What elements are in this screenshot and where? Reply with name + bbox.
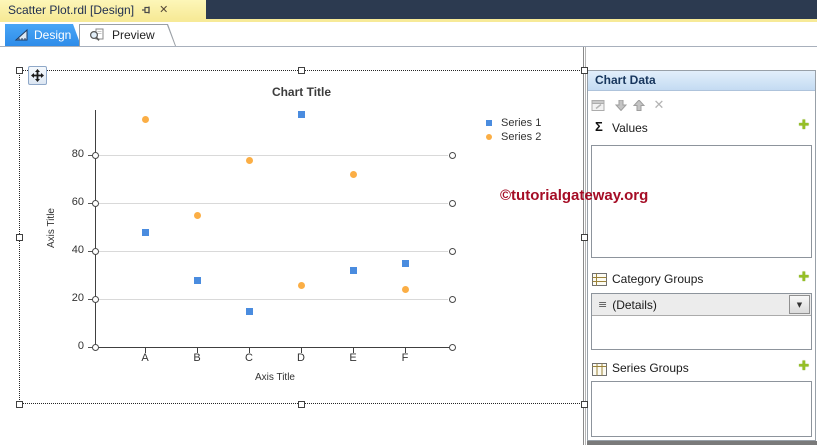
details-item-label: (Details): [612, 297, 657, 312]
document-tab[interactable]: Scatter Plot.rdl [Design] ✕: [0, 0, 206, 19]
category-groups-section-label: Category Groups: [612, 272, 704, 286]
close-icon[interactable]: ✕: [159, 3, 168, 16]
y-axis-title[interactable]: Axis Title: [46, 158, 60, 298]
category-group-details-item[interactable]: ≡ (Details) ▼: [592, 294, 811, 316]
tab-design[interactable]: Design: [5, 24, 81, 46]
series-groups-list[interactable]: [591, 381, 812, 437]
design-icon: [14, 28, 29, 47]
series-groups-icon: [592, 363, 607, 376]
chart-title[interactable]: Chart Title: [19, 85, 584, 99]
sigma-icon: Σ: [595, 119, 603, 134]
tab-preview-label: Preview: [112, 28, 155, 42]
legend-item: Series 1: [486, 116, 541, 129]
legend-item: Series 2: [486, 130, 541, 143]
grip-icon: ≡: [598, 298, 608, 311]
add-category-group-button[interactable]: ✚: [796, 270, 812, 285]
panel-left-divider: [583, 47, 584, 445]
panel-bottom-edge: [587, 441, 817, 445]
preview-icon: [89, 28, 104, 47]
legend-marker: [486, 133, 492, 140]
move-down-icon[interactable]: [612, 96, 630, 114]
tab-preview[interactable]: Preview: [79, 24, 176, 46]
chart-data-panel-title: Chart Data: [588, 71, 815, 91]
series-groups-section-label: Series Groups: [612, 361, 689, 375]
legend-label: Series 2: [501, 130, 542, 143]
report-designer-window: Scatter Plot.rdl [Design] ✕ Design Previ…: [0, 0, 817, 445]
panel-left-divider-inner: [585, 47, 586, 445]
document-tab-label: Scatter Plot.rdl [Design]: [8, 2, 135, 17]
move-handle-icon[interactable]: [28, 66, 47, 85]
document-tab-strip: [0, 19, 817, 22]
properties-icon[interactable]: [589, 96, 607, 114]
values-section-label: Values: [612, 121, 648, 135]
details-dropdown-button[interactable]: ▼: [789, 295, 810, 314]
chart-legend[interactable]: Series 1 Series 2: [486, 116, 541, 143]
delete-icon[interactable]: ✕: [650, 96, 668, 114]
tab-design-label: Design: [34, 28, 72, 42]
legend-marker: [486, 119, 492, 126]
x-axis-title[interactable]: Axis Title: [95, 372, 455, 383]
move-up-icon[interactable]: [630, 96, 648, 114]
watermark-text: ©tutorialgateway.org: [500, 187, 649, 204]
chevron-down-icon: ▼: [796, 300, 803, 309]
add-values-button[interactable]: ✚: [796, 118, 812, 133]
legend-label: Series 1: [501, 116, 542, 129]
pin-icon[interactable]: [140, 3, 153, 16]
category-groups-icon: [592, 273, 607, 286]
add-series-group-button[interactable]: ✚: [796, 359, 812, 374]
